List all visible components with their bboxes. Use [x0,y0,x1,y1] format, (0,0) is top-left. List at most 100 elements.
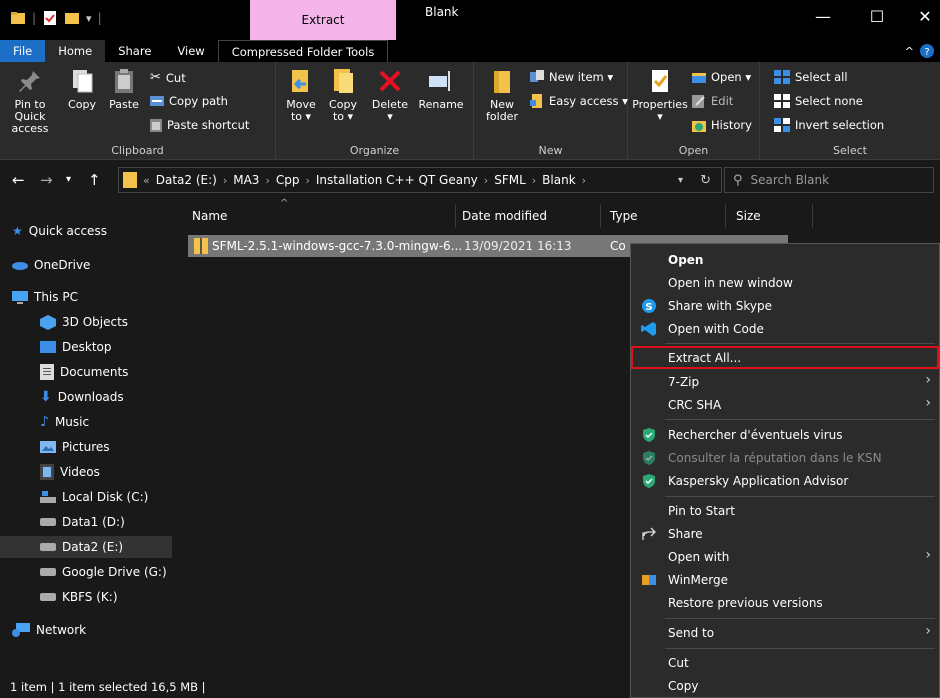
breadcrumb-blank[interactable]: Blank [542,173,575,187]
properties-button[interactable]: Properties ▾ [632,66,688,123]
menu-item-open-with[interactable]: Open with › [631,545,939,568]
breadcrumb-separator[interactable]: › [532,174,536,187]
tab-view[interactable]: View [164,40,217,62]
back-button[interactable]: ← [12,171,25,189]
move-to-button[interactable]: Move to ▾ [282,66,320,123]
menu-item-share[interactable]: Share [631,522,939,545]
invert-selection-button[interactable]: Invert selection [774,118,884,132]
menu-item-7zip[interactable]: 7-Zip › [631,370,939,393]
menu-item-copy[interactable]: Copy [631,674,939,697]
help-icon[interactable]: ? [920,44,934,58]
nav-item-3d-objects[interactable]: 3D Objects [0,311,172,333]
menu-item-share-skype[interactable]: S Share with Skype [631,294,939,317]
nav-item-network[interactable]: Network [0,619,172,641]
menu-item-crc-sha[interactable]: CRC SHA › [631,393,939,416]
copy-button[interactable]: Copy [62,66,102,111]
menu-separator [665,648,935,649]
nav-label: KBFS (K:) [62,590,118,604]
menu-item-open-code[interactable]: Open with Code [631,317,939,340]
copy-to-button[interactable]: Copy to ▾ [324,66,362,123]
nav-item-music[interactable]: ♪ Music [0,411,172,433]
menu-item-restore-previous[interactable]: Restore previous versions [631,591,939,614]
copy-path-button[interactable]: Copy path [150,94,228,108]
delete-button[interactable]: Delete ▾ [370,66,410,123]
tab-compressed-folder-tools[interactable]: Compressed Folder Tools [217,40,389,62]
nav-item-videos[interactable]: Videos [0,461,172,483]
tab-home[interactable]: Home [45,40,106,62]
up-button[interactable]: ↑ [88,171,101,189]
menu-item-send-to[interactable]: Send to › [631,621,939,644]
nav-item-data1-d[interactable]: Data1 (D:) [0,511,172,533]
new-folder-button[interactable]: New folder [482,66,522,123]
nav-item-data2-e[interactable]: Data2 (E:) [0,536,172,558]
minimize-button[interactable]: — [808,6,838,30]
refresh-icon[interactable]: ↻ [700,173,711,188]
breadcrumb-separator[interactable]: › [305,174,309,187]
edit-button[interactable]: Edit [692,94,733,108]
nav-item-pictures[interactable]: Pictures [0,436,172,458]
column-divider[interactable] [600,204,601,228]
breadcrumb-separator[interactable]: › [582,174,586,187]
nav-item-kbfs-k[interactable]: KBFS (K:) [0,586,172,608]
address-dropdown-icon[interactable]: ▾ [678,175,683,186]
open-dropdown-button[interactable]: Open ▾ [692,70,751,84]
select-all-button[interactable]: Select all [774,70,848,84]
tab-share[interactable]: Share [105,40,164,62]
column-header-date[interactable]: Date modified [462,206,547,230]
column-header-size[interactable]: Size [736,206,761,230]
column-divider[interactable] [455,204,456,228]
breadcrumb-cpp[interactable]: Cpp [276,173,300,187]
search-box[interactable]: ⚲ Search Blank [724,167,934,193]
menu-item-pin-to-start[interactable]: Pin to Start [631,499,939,522]
close-button[interactable]: ✕ [910,6,940,30]
breadcrumb-separator[interactable]: › [223,174,227,187]
nav-item-local-disk-c[interactable]: Local Disk (C:) [0,486,172,508]
folder-icon[interactable] [10,10,26,26]
paste-button[interactable]: Paste [104,66,144,111]
nav-item-google-drive-g[interactable]: Google Drive (G:) [0,561,172,583]
properties-icon[interactable] [42,10,58,26]
nav-item-quick-access[interactable]: ★ Quick access [0,220,172,242]
maximize-button[interactable]: ☐ [862,6,892,30]
column-divider[interactable] [812,204,813,228]
overflow-chevron[interactable]: « [143,174,150,187]
new-folder-icon[interactable] [64,10,80,26]
address-field[interactable]: « Data2 (E:) › MA3 › Cpp › Installation C++… [118,167,722,193]
paste-shortcut-button[interactable]: Paste shortcut [150,118,249,132]
menu-item-open[interactable]: Open [631,248,939,271]
menu-item-scan-virus[interactable]: Rechercher d'éventuels virus [631,423,939,446]
recent-locations-button[interactable]: ▾ [66,174,71,185]
nav-item-this-pc[interactable]: This PC [0,286,172,308]
cut-button[interactable]: ✂ Cut [150,70,186,85]
history-button[interactable]: History [692,118,752,132]
nav-item-downloads[interactable]: ⬇ Downloads [0,386,172,408]
menu-item-ksn-reputation[interactable]: Consulter la réputation dans le KSN [631,446,939,469]
menu-item-extract-all[interactable]: Extract All... [631,346,939,369]
rename-button[interactable]: Rename [416,66,466,111]
breadcrumb-installation[interactable]: Installation C++ QT Geany [316,173,478,187]
nav-item-desktop[interactable]: Desktop [0,336,172,358]
nav-item-onedrive[interactable]: OneDrive [0,254,172,276]
menu-item-kaspersky-advisor[interactable]: Kaspersky Application Advisor [631,469,939,492]
pin-to-quick-access-button[interactable]: Pin to Quick access [2,66,58,135]
column-header-name[interactable]: Name [192,206,227,230]
column-header-type[interactable]: Type [610,206,638,230]
contextual-tab-extract[interactable]: Extract [250,0,396,40]
menu-item-winmerge[interactable]: WinMerge [631,568,939,591]
breadcrumb-sfml[interactable]: SFML [494,173,526,187]
nav-item-documents[interactable]: Documents [0,361,172,383]
tab-file[interactable]: File [0,40,46,62]
customize-qat-icon[interactable]: ▾ [86,12,92,25]
breadcrumb-data2[interactable]: Data2 (E:) [156,173,217,187]
forward-button[interactable]: → [40,171,53,189]
menu-item-open-new-window[interactable]: Open in new window [631,271,939,294]
breadcrumb-separator[interactable]: › [265,174,269,187]
breadcrumb-ma3[interactable]: MA3 [233,173,259,187]
breadcrumb-separator[interactable]: › [484,174,488,187]
new-item-button[interactable]: New item ▾ [530,70,613,84]
select-none-button[interactable]: Select none [774,94,863,108]
column-divider[interactable] [725,204,726,228]
collapse-ribbon-icon[interactable]: ^ [905,45,914,58]
menu-item-cut[interactable]: Cut [631,651,939,674]
easy-access-button[interactable]: Easy access ▾ [530,94,628,108]
